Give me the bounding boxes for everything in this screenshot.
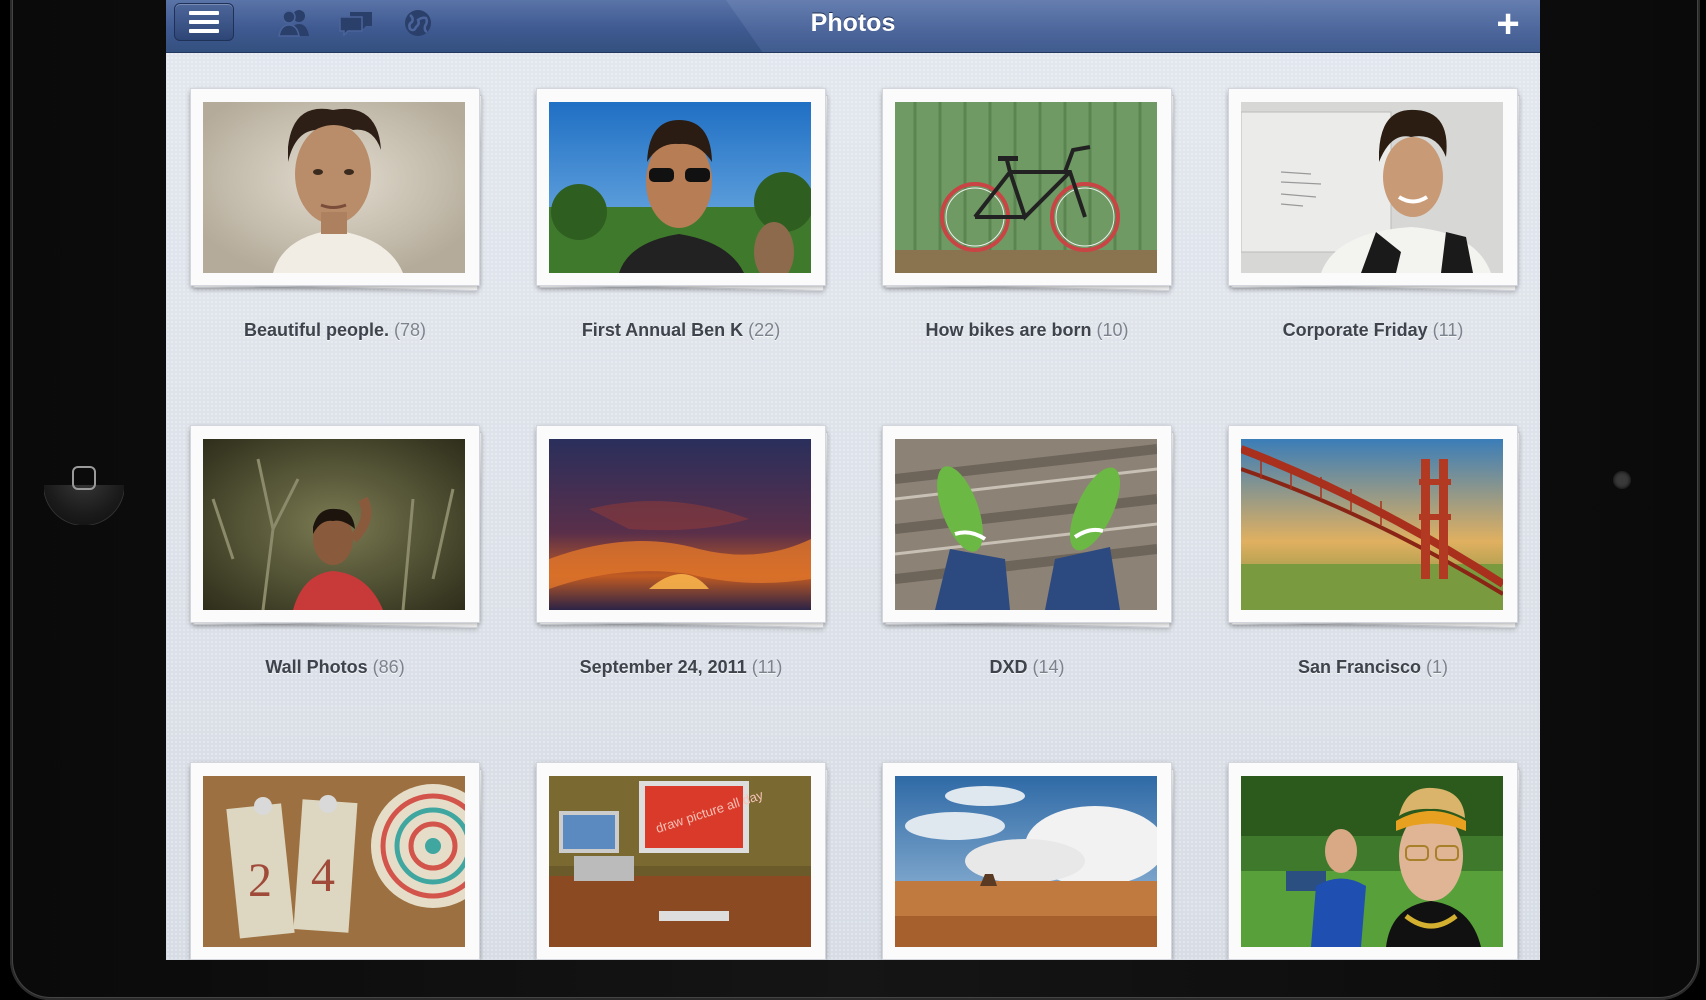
album-count: (86) — [372, 657, 405, 677]
album-name: San Francisco — [1297, 657, 1422, 677]
album-photo — [203, 439, 465, 610]
album-photo — [1241, 439, 1503, 610]
album-caption: First Annual Ben K (22) — [516, 320, 846, 341]
album-count: (11) — [751, 657, 783, 677]
album-name: DXD — [989, 657, 1028, 677]
album-count: (11) — [1432, 320, 1464, 340]
album-cover[interactable] — [536, 425, 829, 628]
album-caption: Corporate Friday (11) — [1208, 320, 1538, 341]
album-cover[interactable] — [1228, 425, 1521, 628]
navbar: Photos + — [166, 0, 1540, 53]
album-caption: DXD (14) — [862, 657, 1192, 678]
album-cover[interactable] — [882, 425, 1175, 628]
album-cover[interactable]: draw picture all day — [536, 762, 829, 960]
album-count: (22) — [748, 320, 781, 340]
album-count: (14) — [1032, 657, 1065, 677]
album-name: How bikes are born — [925, 320, 1092, 340]
album-name: Beautiful people. — [243, 320, 389, 340]
album-caption: How bikes are born (10) — [862, 320, 1192, 341]
svg-text:2: 2 — [248, 854, 272, 907]
front-camera — [1613, 471, 1631, 489]
album-cover[interactable] — [1228, 762, 1521, 960]
album-cover[interactable] — [190, 425, 483, 628]
album-caption: September 24, 2011 (11) — [516, 657, 846, 678]
album-cover[interactable] — [882, 762, 1175, 960]
album-photo — [895, 776, 1157, 947]
album-name: September 24, 2011 — [579, 657, 747, 677]
page-title: Photos — [810, 9, 896, 37]
album-name: First Annual Ben K — [581, 320, 744, 340]
album-cover[interactable]: 2 4 — [190, 762, 483, 960]
album-photo — [203, 102, 465, 273]
album-name: Wall Photos — [265, 657, 368, 677]
album-caption: San Francisco (1) — [1208, 657, 1538, 678]
album-name: Corporate Friday — [1282, 320, 1428, 340]
album-photo — [895, 439, 1157, 610]
album-cover[interactable] — [536, 88, 829, 291]
album-photo — [1241, 102, 1503, 273]
album-photo: 2 4 — [203, 776, 465, 947]
album-photo — [549, 102, 811, 273]
home-button-icon — [72, 466, 96, 490]
album-count: (78) — [394, 320, 427, 340]
svg-text:4: 4 — [311, 849, 335, 902]
album-photo — [1241, 776, 1503, 947]
album-photo — [549, 439, 811, 610]
screen: Photos + Beautiful people. (78) First An… — [166, 0, 1540, 960]
album-cover[interactable] — [882, 88, 1175, 291]
album-photo: draw picture all day — [549, 776, 811, 947]
album-photo — [895, 102, 1157, 273]
album-count: (10) — [1096, 320, 1129, 340]
album-count: (1) — [1426, 657, 1449, 677]
album-cover[interactable] — [1228, 88, 1521, 291]
album-caption: Beautiful people. (78) — [170, 320, 500, 341]
album-caption: Wall Photos (86) — [170, 657, 500, 678]
add-icon[interactable]: + — [1488, 4, 1528, 44]
album-cover[interactable] — [190, 88, 483, 291]
